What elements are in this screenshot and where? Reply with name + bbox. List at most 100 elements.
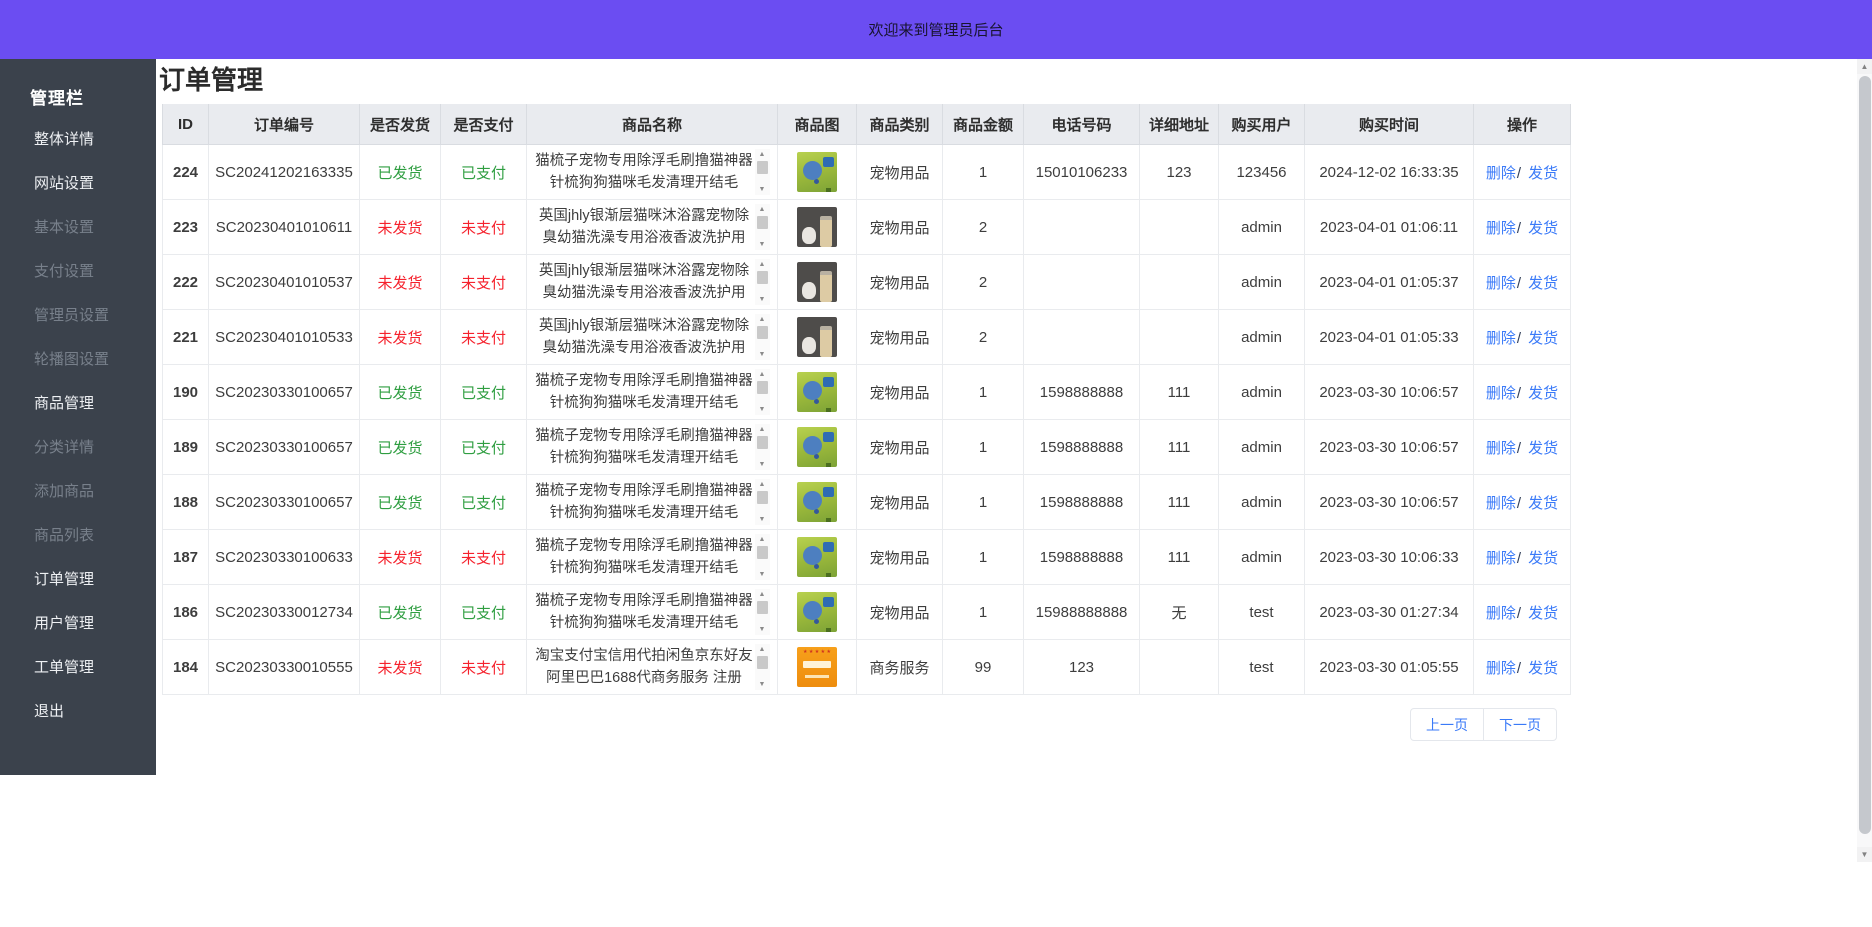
table-row: 223SC20230401010611未发货未支付英国jhly银渐层猫咪沐浴露宠… [163, 200, 1571, 255]
scrollbar-thumb[interactable] [757, 436, 768, 449]
scroll-down-icon[interactable]: ▼ [759, 240, 766, 249]
topbar-title: 欢迎来到管理员后台 [868, 19, 1003, 40]
scroll-down-icon[interactable]: ▼ [759, 680, 766, 689]
scroll-down-icon[interactable]: ▼ [759, 515, 766, 524]
product-name-scrollbar[interactable]: ▲▼ [755, 589, 770, 635]
ship-link[interactable]: 发货 [1528, 275, 1558, 292]
sidebar-item-order-management[interactable]: 订单管理 [0, 558, 156, 602]
product-name-scrollbox[interactable]: 英国jhly银渐层猫咪沐浴露宠物除臭幼猫洗澡专用浴液香波洗护用▲▼ [534, 204, 771, 250]
shipping-status-cell: 未发货 [360, 530, 441, 585]
product-name-scrollbar[interactable]: ▲▼ [755, 644, 770, 690]
scroll-down-icon[interactable]: ▼ [759, 625, 766, 634]
product-name-scrollbox[interactable]: 英国jhly银渐层猫咪沐浴露宠物除臭幼猫洗澡专用浴液香波洗护用▲▼ [534, 259, 771, 305]
scroll-up-icon[interactable]: ▲ [1857, 59, 1872, 74]
sidebar-item-product-management[interactable]: 商品管理 [0, 382, 156, 426]
product-image-cell [778, 145, 857, 200]
scrollbar-thumb[interactable] [757, 601, 768, 614]
prev-page-button[interactable]: 上一页 [1410, 708, 1484, 741]
product-name-scrollbox[interactable]: 猫梳子宠物专用除浮毛刷撸猫神器针梳狗狗猫咪毛发清理开结毛▲▼ [534, 424, 771, 470]
next-page-button[interactable]: 下一页 [1483, 708, 1557, 741]
product-image-cell [778, 200, 857, 255]
ship-link[interactable]: 发货 [1528, 165, 1558, 182]
scroll-up-icon[interactable]: ▲ [759, 205, 766, 214]
product-name-scrollbox[interactable]: 猫梳子宠物专用除浮毛刷撸猫神器针梳狗狗猫咪毛发清理开结毛▲▼ [534, 369, 771, 415]
sidebar-item-add-product[interactable]: 添加商品 [0, 470, 156, 514]
delete-link[interactable]: 删除 [1486, 605, 1516, 622]
order-number-cell: SC20230330100657 [209, 475, 360, 530]
sidebar-item-category-details[interactable]: 分类详情 [0, 426, 156, 470]
product-name-scrollbar[interactable]: ▲▼ [755, 204, 770, 250]
ship-link[interactable]: 发货 [1528, 550, 1558, 567]
delete-link[interactable]: 删除 [1486, 440, 1516, 457]
delete-link[interactable]: 删除 [1486, 385, 1516, 402]
product-name-scrollbar[interactable]: ▲▼ [755, 369, 770, 415]
category-cell: 宠物用品 [857, 255, 943, 310]
delete-link[interactable]: 删除 [1486, 660, 1516, 677]
scroll-down-icon[interactable]: ▼ [759, 405, 766, 414]
ship-link[interactable]: 发货 [1528, 495, 1558, 512]
scroll-up-icon[interactable]: ▲ [759, 425, 766, 434]
product-name-scrollbar[interactable]: ▲▼ [755, 424, 770, 470]
sidebar-item-carousel-settings[interactable]: 轮播图设置 [0, 338, 156, 382]
scroll-up-icon[interactable]: ▲ [759, 370, 766, 379]
product-name-scrollbox[interactable]: 猫梳子宠物专用除浮毛刷撸猫神器针梳狗狗猫咪毛发清理开结毛▲▼ [534, 589, 771, 635]
delete-link[interactable]: 删除 [1486, 165, 1516, 182]
scrollbar-thumb[interactable] [757, 271, 768, 284]
scroll-up-icon[interactable]: ▲ [759, 150, 766, 159]
scroll-down-icon[interactable]: ▼ [759, 460, 766, 469]
scroll-up-icon[interactable]: ▲ [759, 260, 766, 269]
scroll-up-icon[interactable]: ▲ [759, 535, 766, 544]
scroll-up-icon[interactable]: ▲ [759, 480, 766, 489]
delete-link[interactable]: 删除 [1486, 495, 1516, 512]
scroll-down-icon[interactable]: ▼ [759, 185, 766, 194]
sidebar-item-ticket-management[interactable]: 工单管理 [0, 646, 156, 690]
ship-link[interactable]: 发货 [1528, 440, 1558, 457]
product-name-scrollbox[interactable]: 猫梳子宠物专用除浮毛刷撸猫神器针梳狗狗猫咪毛发清理开结毛▲▼ [534, 479, 771, 525]
payment-status-cell: 未支付 [441, 640, 527, 695]
product-name-scrollbox[interactable]: 英国jhly银渐层猫咪沐浴露宠物除臭幼猫洗澡专用浴液香波洗护用▲▼ [534, 314, 771, 360]
product-name-scrollbar[interactable]: ▲▼ [755, 479, 770, 525]
scrollbar-thumb[interactable] [757, 326, 768, 339]
sidebar-item-user-management[interactable]: 用户管理 [0, 602, 156, 646]
scroll-down-icon[interactable]: ▼ [759, 570, 766, 579]
sidebar-item-payment-settings[interactable]: 支付设置 [0, 250, 156, 294]
delete-link[interactable]: 删除 [1486, 550, 1516, 567]
product-name-scrollbar[interactable]: ▲▼ [755, 259, 770, 305]
scrollbar-thumb[interactable] [757, 216, 768, 229]
sidebar-item-basic-settings[interactable]: 基本设置 [0, 206, 156, 250]
product-name-scrollbox[interactable]: 猫梳子宠物专用除浮毛刷撸猫神器针梳狗狗猫咪毛发清理开结毛▲▼ [534, 534, 771, 580]
delete-link[interactable]: 删除 [1486, 275, 1516, 292]
ship-link[interactable]: 发货 [1528, 605, 1558, 622]
ship-link[interactable]: 发货 [1528, 220, 1558, 237]
scrollbar-thumb[interactable] [757, 491, 768, 504]
payment-status-cell: 已支付 [441, 585, 527, 640]
sidebar-item-admin-settings[interactable]: 管理员设置 [0, 294, 156, 338]
topbar: 欢迎来到管理员后台 [0, 0, 1872, 59]
delete-link[interactable]: 删除 [1486, 330, 1516, 347]
window-scrollbar[interactable]: ▲ ▼ [1857, 59, 1872, 862]
scroll-down-icon[interactable]: ▼ [759, 295, 766, 304]
scrollbar-thumb[interactable] [757, 161, 768, 174]
delete-link[interactable]: 删除 [1486, 220, 1516, 237]
product-name-scrollbar[interactable]: ▲▼ [755, 314, 770, 360]
product-name-scrollbox[interactable]: 猫梳子宠物专用除浮毛刷撸猫神器针梳狗狗猫咪毛发清理开结毛▲▼ [534, 149, 771, 195]
sidebar-item-site-settings[interactable]: 网站设置 [0, 162, 156, 206]
scroll-down-icon[interactable]: ▼ [759, 350, 766, 359]
ship-link[interactable]: 发货 [1528, 660, 1558, 677]
ship-link[interactable]: 发货 [1528, 385, 1558, 402]
scrollbar-thumb[interactable] [757, 546, 768, 559]
scroll-up-icon[interactable]: ▲ [759, 315, 766, 324]
scrollbar-thumb[interactable] [1859, 76, 1871, 834]
product-name-scrollbar[interactable]: ▲▼ [755, 149, 770, 195]
scroll-up-icon[interactable]: ▲ [759, 590, 766, 599]
sidebar-item-overall-details[interactable]: 整体详情 [0, 118, 156, 162]
scroll-up-icon[interactable]: ▲ [759, 645, 766, 654]
scrollbar-thumb[interactable] [757, 381, 768, 394]
scroll-down-icon[interactable]: ▼ [1857, 847, 1872, 862]
product-name-scrollbar[interactable]: ▲▼ [755, 534, 770, 580]
sidebar-item-product-list[interactable]: 商品列表 [0, 514, 156, 558]
ship-link[interactable]: 发货 [1528, 330, 1558, 347]
product-name-scrollbox[interactable]: 淘宝支付宝信用代拍闲鱼京东好友阿里巴巴1688代商务服务 注册▲▼ [534, 644, 771, 690]
sidebar-item-logout[interactable]: 退出 [0, 690, 156, 734]
scrollbar-thumb[interactable] [757, 656, 768, 669]
